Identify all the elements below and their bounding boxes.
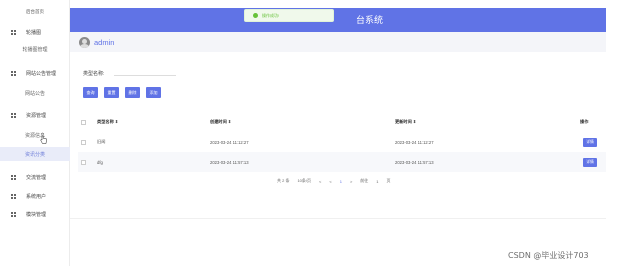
row-checkbox[interactable] bbox=[81, 159, 86, 165]
search-label: 类型名称: bbox=[83, 71, 105, 77]
detail-button[interactable]: 详情 bbox=[583, 137, 597, 147]
success-toast: 操作成功! bbox=[244, 9, 334, 22]
pagination: 共 2 条 10条/页 < < 1 > 前往 1 页 bbox=[277, 178, 399, 184]
cell-created: 2023-03-24 11:57:13 bbox=[210, 159, 249, 165]
sidebar-home-link[interactable]: 后台首页 bbox=[0, 9, 70, 15]
watermark: CSDN @毕业设计703 bbox=[508, 251, 589, 260]
sidebar-item-label: 交流管理 bbox=[26, 174, 47, 181]
select-all-checkbox[interactable] bbox=[81, 119, 86, 125]
pager-goto-label: 前往 bbox=[360, 178, 369, 183]
column-header-action: 操作 bbox=[580, 119, 589, 124]
cell-updated: 2023-03-24 11:12:27 bbox=[395, 139, 434, 145]
sidebar-item-news-category[interactable]: 资讯分类 bbox=[0, 147, 70, 161]
cell-updated: 2023-03-24 11:57:13 bbox=[395, 159, 434, 165]
top-header-bar bbox=[70, 8, 606, 32]
sidebar: 后台首页 轮播图 轮播图管理 网站公告管理 网站公告 资源管理 资源信息 资讯分… bbox=[0, 0, 70, 266]
detail-button[interactable]: 详情 bbox=[583, 157, 597, 167]
sidebar-item-label: 轮播图 bbox=[26, 29, 42, 36]
sidebar-item-system-users[interactable]: 系统用户 bbox=[0, 189, 70, 203]
pager-page-unit: 页 bbox=[386, 178, 391, 183]
column-header-created[interactable]: 创建时间 ⇕ bbox=[210, 119, 231, 125]
pager-total: 共 2 条 bbox=[277, 178, 290, 183]
pager-prev-icon[interactable]: < bbox=[329, 179, 331, 184]
sidebar-item-label: 轮播图管理 bbox=[22, 46, 48, 53]
column-header-name[interactable]: 类型名称 ⇕ bbox=[97, 119, 118, 125]
sidebar-item-communication[interactable]: 交流管理 bbox=[0, 170, 70, 184]
reset-button[interactable]: 重置 bbox=[104, 87, 119, 98]
sidebar-item-carousel[interactable]: 轮播图 bbox=[0, 25, 70, 39]
avatar[interactable] bbox=[79, 36, 90, 48]
toast-message: 操作成功! bbox=[262, 12, 280, 18]
pager-page-number[interactable]: 1 bbox=[340, 179, 342, 184]
grid-icon bbox=[11, 29, 17, 35]
sidebar-item-label: 资源管理 bbox=[26, 112, 47, 119]
grid-icon bbox=[11, 174, 17, 180]
cell-created: 2023-03-24 11:12:27 bbox=[210, 139, 249, 145]
sidebar-item-carousel-manage[interactable]: 轮播图管理 bbox=[0, 42, 70, 56]
success-icon bbox=[253, 13, 258, 18]
pager-size-select[interactable]: 10条/页 bbox=[297, 178, 311, 184]
cell-name: dfg bbox=[97, 159, 103, 165]
hand-cursor-icon bbox=[40, 135, 47, 144]
type-name-input[interactable] bbox=[114, 66, 176, 76]
table-row: 旧闻 2023-03-24 11:12:27 2023-03-24 11:12:… bbox=[78, 132, 606, 152]
app-root: 后台首页 轮播图 轮播图管理 网站公告管理 网站公告 资源管理 资源信息 资讯分… bbox=[0, 0, 622, 266]
sidebar-item-resource-info[interactable]: 资源信息 bbox=[0, 128, 70, 142]
user-bar: admin bbox=[70, 32, 606, 52]
sidebar-item-announcement-manage[interactable]: 网站公告管理 bbox=[0, 66, 70, 80]
page-title: 台系统 bbox=[356, 15, 384, 25]
sidebar-item-label: 资讯分类 bbox=[24, 151, 45, 158]
grid-icon bbox=[11, 70, 17, 76]
grid-icon bbox=[11, 112, 17, 118]
row-checkbox[interactable] bbox=[81, 139, 86, 145]
delete-button[interactable]: 删除 bbox=[125, 87, 140, 98]
grid-icon bbox=[11, 193, 17, 199]
sidebar-item-label: 网站公告 bbox=[24, 90, 45, 97]
cell-name: 旧闻 bbox=[97, 139, 106, 144]
add-button[interactable]: 添加 bbox=[146, 87, 161, 98]
username[interactable]: admin bbox=[94, 38, 114, 47]
sidebar-item-label: 模块管理 bbox=[26, 211, 47, 218]
sidebar-item-label: 系统用户 bbox=[26, 193, 47, 200]
category-table: 类型名称 ⇕ 创建时间 ⇕ 更新时间 ⇕ 操作 旧闻 2023-03-24 11… bbox=[78, 112, 606, 172]
query-button[interactable]: 查询 bbox=[83, 87, 98, 98]
sidebar-item-label: 网站公告管理 bbox=[26, 70, 57, 77]
sidebar-item-resource-manage[interactable]: 资源管理 bbox=[0, 108, 70, 122]
table-header: 类型名称 ⇕ 创建时间 ⇕ 更新时间 ⇕ 操作 bbox=[78, 112, 606, 132]
sidebar-item-module-manage[interactable]: 模块管理 bbox=[0, 207, 70, 221]
pager-goto-input[interactable]: 1 bbox=[376, 179, 378, 184]
table-row: dfg 2023-03-24 11:57:13 2023-03-24 11:57… bbox=[78, 152, 606, 172]
pager-next-button[interactable]: > bbox=[350, 179, 352, 184]
grid-icon bbox=[11, 211, 17, 217]
column-header-updated[interactable]: 更新时间 ⇕ bbox=[395, 119, 416, 125]
pager-prev-button[interactable]: < bbox=[319, 179, 321, 184]
sidebar-item-announcement[interactable]: 网站公告 bbox=[0, 86, 70, 100]
